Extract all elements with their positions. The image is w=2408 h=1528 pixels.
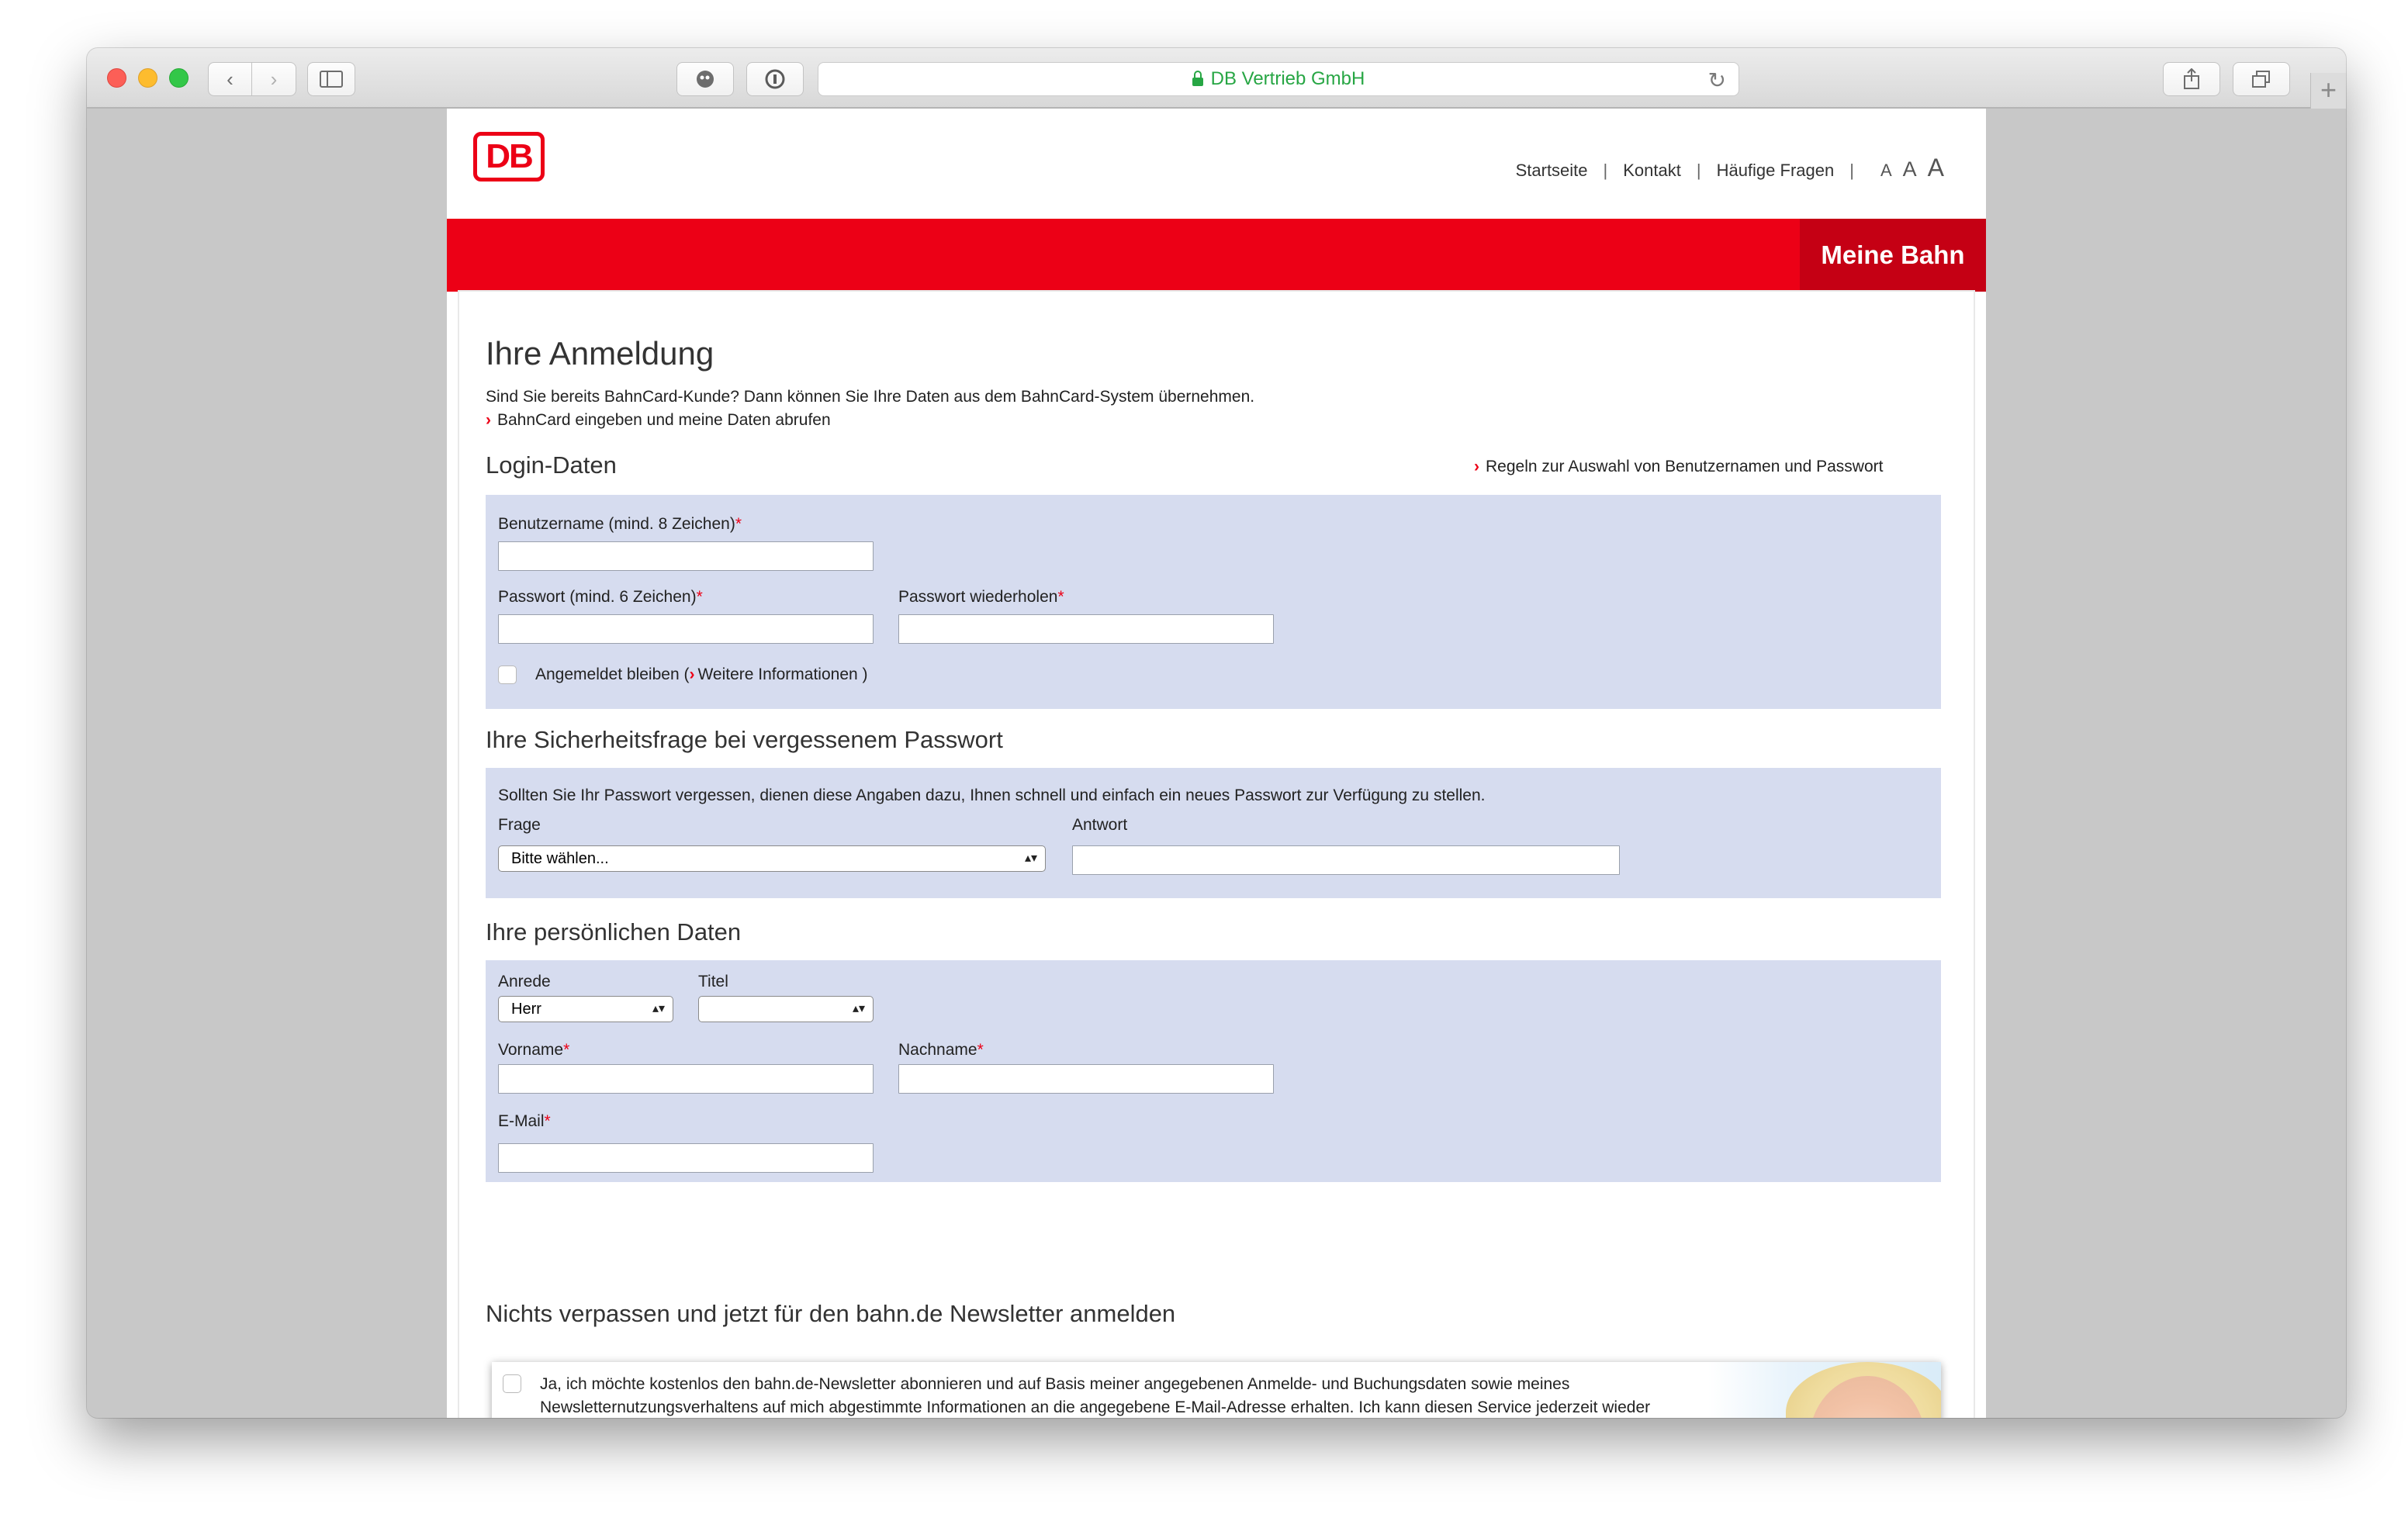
nav-kontakt[interactable]: Kontakt — [1623, 161, 1681, 181]
ghostery-extension-button[interactable] — [676, 62, 734, 96]
stay-logged-in-checkbox[interactable] — [498, 665, 517, 684]
firstname-label: Vorname* — [498, 1041, 570, 1059]
password-input[interactable] — [498, 614, 874, 644]
section-title: Meine Bahn — [1800, 219, 1986, 292]
select-arrows-icon: ▴▾ — [652, 1002, 665, 1015]
tabs-icon — [2252, 71, 2270, 88]
password-label: Passwort (mind. 6 Zeichen)* — [498, 588, 703, 606]
back-button[interactable]: ‹ — [208, 62, 252, 96]
header-band — [447, 219, 1986, 292]
intro-text: Sind Sie bereits BahnCard-Kunde? Dann kö… — [486, 388, 1255, 406]
firstname-input[interactable] — [498, 1064, 874, 1094]
personal-panel: Anrede Herr ▴▾ Titel ▴▾ Vorname* Nachnam… — [486, 960, 1941, 1182]
login-panel: Benutzername (mind. 8 Zeichen)* Passwort… — [486, 495, 1941, 709]
personal-heading: Ihre persönlichen Daten — [486, 918, 742, 945]
more-info-link[interactable]: Weitere Informationen — [697, 665, 857, 683]
title-label: Titel — [698, 973, 728, 990]
arrow-right-icon: › — [1474, 458, 1479, 475]
newsletter-image — [1708, 1362, 1941, 1418]
reload-icon[interactable]: ↻ — [1708, 67, 1726, 93]
arrow-right-icon: › — [689, 665, 695, 683]
minimize-window-button[interactable] — [138, 68, 157, 88]
email-input[interactable] — [498, 1143, 874, 1173]
share-icon — [2184, 68, 2199, 89]
sidebar-toggle-button[interactable] — [307, 62, 355, 96]
question-select-value: Bitte wählen... — [511, 850, 609, 867]
bahncard-link-text: BahnCard eingeben und meine Daten abrufe… — [497, 411, 831, 429]
lock-icon — [1192, 70, 1203, 86]
username-label: Benutzername (mind. 8 Zeichen)* — [498, 515, 742, 533]
select-arrows-icon: ▴▾ — [1024, 852, 1037, 865]
font-size-medium[interactable]: A — [1903, 157, 1917, 181]
question-select[interactable]: Bitte wählen... ▴▾ — [498, 845, 1046, 872]
registration-form: Ihre Anmeldung Sind Sie bereits BahnCard… — [459, 292, 1974, 1418]
tabs-overview-button[interactable] — [2233, 62, 2290, 96]
lastname-input[interactable] — [898, 1064, 1274, 1094]
salutation-select-value: Herr — [511, 1001, 541, 1018]
sidebar-icon — [320, 71, 343, 88]
answer-input[interactable] — [1072, 845, 1620, 875]
title-select[interactable]: ▴▾ — [698, 996, 874, 1022]
top-navigation: Startseite | Kontakt | Häufige Fragen | … — [1516, 154, 1944, 182]
browser-toolbar: ‹ › DB Vertrieb GmbH ↻ + — [87, 48, 2346, 109]
font-size-large[interactable]: A — [1928, 154, 1944, 182]
share-button[interactable] — [2163, 62, 2220, 96]
rules-link-text: Regeln zur Auswahl von Benutzernamen und… — [1486, 458, 1884, 475]
onepassword-icon — [765, 69, 785, 89]
security-note: Sollten Sie Ihr Passwort vergessen, dien… — [498, 786, 1486, 804]
password-manager-button[interactable] — [746, 62, 804, 96]
db-logo[interactable]: DB — [473, 132, 545, 181]
close-window-button[interactable] — [107, 68, 126, 88]
lastname-label: Nachname* — [898, 1041, 984, 1059]
ghost-icon — [697, 71, 714, 88]
nav-startseite[interactable]: Startseite — [1516, 161, 1588, 181]
page-viewport: DB Startseite | Kontakt | Häufige Fragen… — [87, 109, 2346, 1418]
question-label: Frage — [498, 816, 541, 834]
bahncard-link[interactable]: › BahnCard eingeben und meine Daten abruf… — [486, 411, 831, 430]
password-repeat-input[interactable] — [898, 614, 1274, 644]
nav-separator: | — [1849, 161, 1854, 180]
nav-separator: | — [1696, 161, 1701, 180]
new-tab-button[interactable]: + — [2310, 73, 2346, 109]
font-size-small[interactable]: A — [1880, 161, 1892, 181]
select-arrows-icon: ▴▾ — [852, 1002, 865, 1015]
rules-link[interactable]: › Regeln zur Auswahl von Benutzernamen un… — [1474, 458, 1883, 476]
newsletter-checkbox[interactable] — [503, 1374, 521, 1393]
answer-label: Antwort — [1072, 816, 1128, 834]
security-panel: Sollten Sie Ihr Passwort vergessen, dien… — [486, 768, 1941, 898]
browser-window: ‹ › DB Vertrieb GmbH ↻ + DB Startseite |… — [87, 48, 2346, 1418]
username-input[interactable] — [498, 541, 874, 571]
arrow-right-icon: › — [486, 411, 491, 429]
newsletter-box: Ja, ich möchte kostenlos den bahn.de-New… — [492, 1362, 1941, 1418]
db-page: DB Startseite | Kontakt | Häufige Fragen… — [447, 109, 1986, 1418]
stay-logged-in-label: Angemeldet bleiben (› Weitere Information… — [535, 665, 868, 683]
login-heading: Login-Daten — [486, 451, 617, 479]
nav-faq[interactable]: Häufige Fragen — [1717, 161, 1835, 181]
nav-separator: | — [1603, 161, 1608, 180]
newsletter-heading: Nichts verpassen und jetzt für den bahn.… — [486, 1300, 1176, 1327]
history-nav: ‹ › — [208, 62, 296, 96]
salutation-label: Anrede — [498, 973, 551, 990]
address-text: DB Vertrieb GmbH — [1210, 68, 1365, 89]
email-label: E-Mail* — [498, 1112, 551, 1130]
newsletter-text: Ja, ich möchte kostenlos den bahn.de-New… — [540, 1375, 1651, 1416]
address-bar[interactable]: DB Vertrieb GmbH ↻ — [818, 62, 1739, 96]
chevron-left-icon: ‹ — [227, 67, 234, 91]
password-repeat-label: Passwort wiederholen* — [898, 588, 1064, 606]
page-title: Ihre Anmeldung — [486, 335, 714, 372]
chevron-right-icon: › — [270, 67, 278, 91]
zoom-window-button[interactable] — [169, 68, 189, 88]
salutation-select[interactable]: Herr ▴▾ — [498, 996, 673, 1022]
forward-button[interactable]: › — [252, 62, 296, 96]
security-heading: Ihre Sicherheitsfrage bei vergessenem Pa… — [486, 726, 1003, 753]
